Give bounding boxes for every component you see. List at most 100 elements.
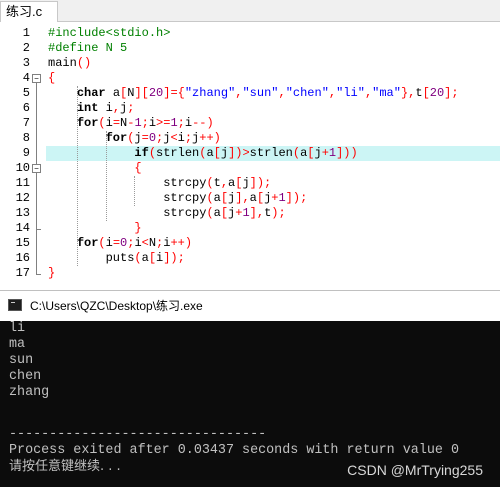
code-token: j [242, 176, 250, 190]
code-token: [ [220, 191, 229, 205]
console-window[interactable]: C:\Users\QZC\Desktop\练习.exe ------------… [0, 290, 500, 487]
code-line[interactable]: puts(a[i]); [48, 251, 185, 266]
code-token: [ [256, 191, 265, 205]
code-token: ( [148, 146, 157, 160]
fold-toggle-icon[interactable]: − [32, 164, 41, 173]
code-token: "ma" [372, 86, 401, 100]
code-line[interactable]: } [48, 266, 55, 281]
code-token: ; [184, 131, 193, 145]
code-line[interactable]: strcpy(t,a[j]); [48, 176, 271, 191]
code-token: strlen [156, 146, 200, 160]
code-line[interactable]: for(i=0;i<N;i++) [48, 236, 192, 251]
code-token: char [76, 86, 106, 100]
code-token: strlen [249, 146, 293, 160]
code-token: N [148, 236, 157, 250]
code-token: a [141, 251, 149, 265]
code-token: , [278, 86, 286, 100]
console-prompt: 请按任意键继续. . . [9, 459, 121, 474]
tab-file[interactable]: 练习.c [0, 1, 58, 23]
code-token: ]); [249, 176, 272, 190]
code-token: "sun" [242, 86, 279, 100]
code-line[interactable]: #include<stdio.h> [48, 26, 170, 41]
code-line[interactable]: { [48, 161, 142, 176]
code-line[interactable]: for(j=0;j<i;j++) [48, 131, 221, 146]
code-line[interactable]: int i,j; [48, 101, 135, 116]
line-number: 14 [15, 221, 30, 235]
line-number: 8 [22, 131, 30, 145]
code-line[interactable]: } [48, 221, 142, 236]
code-token: ( [206, 191, 214, 205]
code-token: 20 [148, 86, 164, 100]
code-token: { [134, 161, 142, 175]
console-output-line: ma [9, 337, 26, 352]
code-editor[interactable]: 1 2 3 4 5 6 7 8 9 10 11 12 13 14 15 16 17− − #include<std… [0, 22, 500, 284]
code-token: [ [307, 146, 315, 160]
code-token: t [213, 176, 221, 190]
code-token: i [148, 116, 157, 130]
code-token: "zhang" [184, 86, 236, 100]
console-exit-message: Process exited after 0.03437 seconds wit… [9, 443, 459, 458]
code-token: i [177, 131, 185, 145]
code-token: strcpy [163, 206, 207, 220]
code-token: ]); [163, 251, 185, 265]
code-token: 1 [134, 116, 142, 130]
code-token: i [105, 236, 113, 250]
line-number: 2 [22, 41, 30, 55]
tab-bar: 练习.c [0, 0, 500, 23]
code-token: } [48, 266, 56, 280]
tab-title: 练习.c [6, 4, 43, 19]
code-token: ); [271, 206, 286, 220]
code-line[interactable]: char a[N][20]={"zhang","sun","chen","li"… [48, 86, 459, 101]
code-token: ], [235, 191, 250, 205]
code-token: i [184, 116, 193, 130]
code-line[interactable]: strcpy(a[j+1],t); [48, 206, 286, 221]
code-token: ]={ [163, 86, 185, 100]
code-line[interactable]: { [48, 71, 55, 86]
code-token: 0 [148, 131, 157, 145]
code-token: 1 [170, 116, 178, 130]
fold-toggle-icon[interactable]: − [32, 74, 41, 83]
line-number: 12 [15, 191, 30, 205]
code-token: [ [213, 146, 221, 160]
line-number: 4 [22, 71, 30, 85]
code-token: i [105, 116, 113, 130]
code-token: ])> [228, 146, 250, 160]
code-token: a [213, 191, 221, 205]
code-line[interactable]: #define N 5 [48, 41, 127, 56]
code-token: ( [206, 176, 214, 190]
console-titlebar: C:\Users\QZC\Desktop\练习.exe [0, 291, 500, 321]
console-output-line: chen [9, 369, 42, 384]
code-line[interactable]: strcpy(a[j],a[j+1]); [48, 191, 307, 206]
code-token: for [105, 131, 128, 145]
code-token: ][ [134, 86, 149, 100]
line-number: 17 [15, 266, 30, 280]
code-token: < [141, 236, 149, 250]
code-token: strcpy [163, 176, 207, 190]
code-token: for [76, 116, 99, 130]
code-token: i [98, 101, 113, 115]
console-separator: -------------------------------- [9, 427, 267, 442]
code-token: ( [292, 146, 301, 160]
code-token: j [220, 146, 229, 160]
code-token: a [213, 206, 221, 220]
code-line[interactable]: if(strlen(a[j])>strlen(a[j+1])) [48, 146, 357, 161]
code-line[interactable]: for(i=N-1;i>=1;i--) [48, 116, 214, 131]
console-app-icon [8, 299, 22, 311]
code-token: a [206, 146, 214, 160]
line-number-gutter: 1 2 3 4 5 6 7 8 9 10 11 12 13 14 15 16 17− − [0, 22, 45, 284]
code-token: = [141, 131, 149, 145]
code-token: = [112, 236, 121, 250]
code-token: ( [98, 116, 106, 130]
code-line[interactable]: main() [48, 56, 91, 71]
code-token: } [134, 221, 142, 235]
fold-range-line [36, 173, 37, 229]
code-token: < [170, 131, 178, 145]
code-token: strcpy [163, 191, 207, 205]
line-number: 3 [22, 56, 30, 70]
